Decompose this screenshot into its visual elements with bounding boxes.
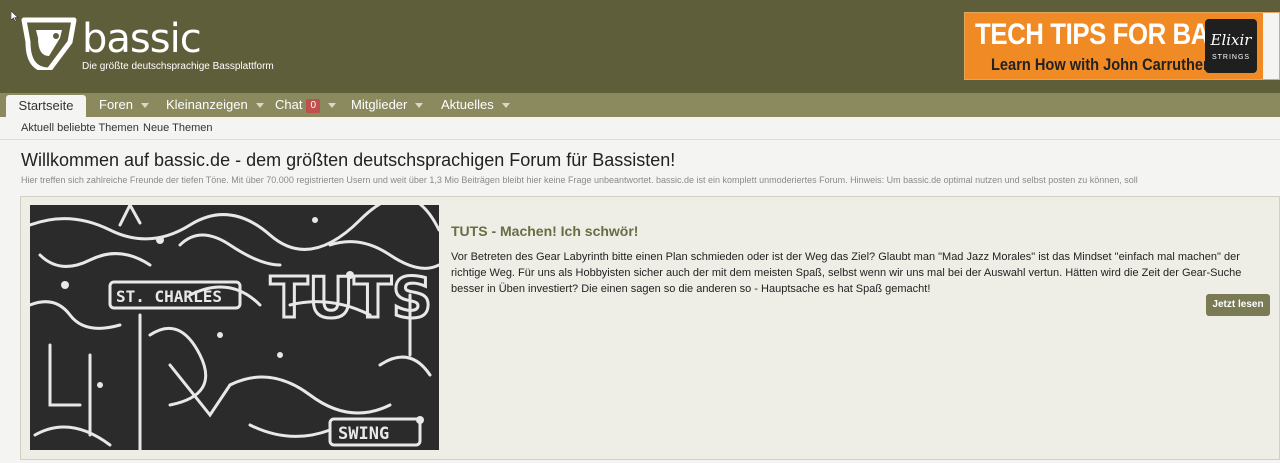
nav-tab-kleinanzeigen[interactable]: Kleinanzeigen — [166, 93, 264, 117]
nav-tab-startseite[interactable]: Startseite — [6, 95, 86, 119]
bassic-logo-icon — [21, 17, 77, 70]
site-logo[interactable]: bassic Die größte deutschsprachige Bassp… — [14, 12, 274, 78]
nav-tab-chat[interactable]: Chat 0 — [275, 93, 337, 117]
chevron-down-icon[interactable] — [415, 103, 424, 109]
chevron-down-icon[interactable] — [255, 103, 264, 109]
art-label-swing: SWING — [338, 424, 389, 444]
ad-banner[interactable]: TECH TIPS FOR BASS Learn How with John C… — [964, 12, 1280, 80]
sub-nav: Aktuell beliebte Themen Neue Themen — [0, 117, 1280, 139]
art-label-tuts: TUTS — [270, 266, 432, 331]
nav-tab-label: Foren — [99, 97, 133, 112]
subnav-link-neue-themen[interactable]: Neue Themen — [143, 122, 213, 134]
chevron-down-icon[interactable] — [140, 103, 149, 109]
nav-tab-mitglieder[interactable]: Mitglieder — [351, 93, 424, 117]
nav-tab-foren[interactable]: Foren — [99, 93, 149, 117]
mouse-cursor-icon — [11, 11, 19, 22]
article-image[interactable]: ST. CHARLES TUTS SWING — [30, 205, 439, 450]
chevron-down-icon[interactable] — [501, 103, 510, 109]
ad-badge-sub: STRINGS — [1211, 54, 1251, 61]
read-more-button[interactable]: Jetzt lesen — [1206, 294, 1270, 316]
site-header: bassic Die größte deutschsprachige Bassp… — [0, 0, 1280, 93]
chevron-down-icon[interactable] — [328, 103, 337, 109]
elixir-logo: Elixir STRINGS — [1205, 19, 1257, 73]
ad-edge — [1263, 13, 1279, 79]
nav-tab-label: Kleinanzeigen — [166, 97, 248, 112]
ad-subline: Learn How with John Carruthers — [991, 55, 1217, 74]
article-title[interactable]: TUTS - Machen! Ich schwör! — [451, 223, 638, 239]
featured-article: ST. CHARLES TUTS SWING TUTS - Machen! Ic… — [20, 196, 1280, 460]
logo-wordmark: bassic — [82, 16, 202, 62]
art-label-st-charles: ST. CHARLES — [116, 287, 222, 306]
divider — [0, 139, 1280, 140]
nav-tab-label: Aktuelles — [441, 97, 494, 112]
nav-tab-label: Startseite — [18, 98, 74, 113]
article-excerpt: Vor Betreten des Gear Labyrinth bitte ei… — [451, 251, 1242, 295]
doodle-artwork: ST. CHARLES TUTS SWING — [30, 205, 439, 450]
page-intro: Hier treffen sich zahlreiche Freunde der… — [21, 175, 1138, 185]
chat-count-badge: 0 — [306, 99, 321, 113]
nav-tab-aktuelles[interactable]: Aktuelles — [441, 93, 510, 117]
nav-tab-label: Chat — [275, 97, 303, 112]
page-title: Willkommen auf bassic.de - dem größten d… — [21, 150, 676, 170]
subnav-link-beliebte-themen[interactable]: Aktuell beliebte Themen — [21, 122, 139, 134]
ad-headline: TECH TIPS FOR BASS — [975, 18, 1243, 51]
main-nav: Startseite Foren Kleinanzeigen Chat 0 Mit… — [0, 93, 1280, 119]
ad-badge-text: Elixir — [1210, 31, 1252, 49]
logo-tagline: Die größte deutschsprachige Bassplattfor… — [82, 61, 274, 72]
nav-tab-label: Mitglieder — [351, 97, 408, 112]
